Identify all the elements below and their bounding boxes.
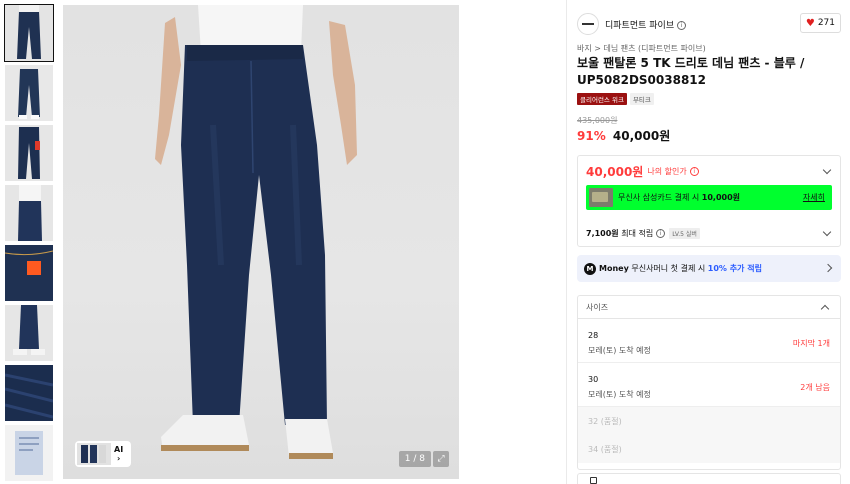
info-icon[interactable]: i (677, 20, 687, 30)
card-discount-banner[interactable]: 무신사 삼성카드 결제 시 10,000원 자세히 (586, 185, 832, 210)
thumbnail-6[interactable] (5, 305, 53, 361)
thumbnail-4[interactable] (5, 185, 53, 241)
sale-price: 40,000원 (612, 129, 671, 143)
mini-preview-image (77, 443, 111, 465)
product-title: 보울 팬탈론 5 TK 드리토 데님 팬츠 - 블루 / UP5082DS003… (577, 56, 805, 87)
credit-card-icon (589, 188, 613, 207)
product-tags: 클리어런스 위크 부티크 (577, 93, 654, 105)
money-logo-icon: M (584, 262, 596, 275)
size-selector: 사이즈 28 모레(토) 도착 예정 마지막 1개 30 모레(토) 도착 예정… (577, 295, 841, 470)
ai-badge: AI › (114, 445, 124, 463)
size-option-32: 32 (품절) (578, 407, 840, 435)
money-promo-text: Money 무신사머니 첫 결제 시 10% 추가 적립 (599, 264, 762, 273)
points-row[interactable]: 7,100원 최대 적립 i LV.5 실버 (586, 228, 700, 239)
size-option-34: 34 (품절) (578, 435, 840, 463)
price-row: 91% 40,000원 (577, 127, 670, 144)
chevron-right-icon (823, 263, 833, 273)
thumbnail-list (4, 4, 54, 484)
size-name: 34 (품절) (588, 445, 622, 454)
card-banner-text: 무신사 삼성카드 결제 시 10,000원 (618, 193, 741, 202)
expand-icon[interactable]: ⤢ (433, 451, 449, 467)
size-name: 30 (588, 375, 599, 384)
heart-icon: ♥ (805, 17, 815, 29)
delivery-estimate: 모레(토) 도착 예정 (588, 390, 651, 399)
my-price-box: 40,000원 나의 할인가 i 무신사 삼성카드 결제 시 10,000원 자… (577, 155, 841, 247)
ai-preview-button[interactable]: AI › (75, 441, 131, 467)
points-label: 최대 적립 (621, 229, 654, 238)
discount-rate: 91% (577, 129, 606, 143)
product-info-panel: 디파트먼트 파이브 i ♥ 271 바지 > 데님 팬츠 (디파트먼트 파이브) … (566, 0, 850, 484)
brand-logo-icon[interactable] (577, 13, 599, 35)
size-dropdown-header[interactable]: 사이즈 (578, 296, 840, 319)
stock-status: 2개 남음 (800, 383, 830, 392)
size-name: 32 (품절) (588, 417, 622, 426)
breadcrumb[interactable]: 바지 > 데님 팬츠 (디파트먼트 파이브) (577, 43, 706, 54)
brand-row: 디파트먼트 파이브 i ♥ 271 (577, 12, 841, 36)
size-option-28[interactable]: 28 모레(토) 도착 예정 마지막 1개 (578, 319, 840, 363)
chevron-down-icon[interactable] (822, 227, 832, 237)
size-header-label: 사이즈 (586, 303, 609, 312)
main-product-image[interactable]: AI › 1 / 8 ⤢ (63, 5, 459, 479)
info-icon[interactable]: i (656, 229, 666, 238)
shopping-bag-icon[interactable] (590, 477, 597, 484)
tag-boutique: 부티크 (629, 93, 654, 105)
my-price-value: 40,000원 (586, 165, 644, 179)
jeans-photo (155, 5, 357, 459)
stock-status: 마지막 1개 (792, 339, 830, 348)
original-price: 435,000원 (577, 116, 618, 125)
chevron-up-icon[interactable] (820, 304, 830, 314)
thumbnail-7[interactable] (5, 365, 53, 421)
info-icon[interactable]: i (689, 167, 699, 176)
like-button[interactable]: ♥ 271 (799, 13, 841, 33)
thumbnail-2[interactable] (5, 65, 53, 121)
thumbnail-1[interactable] (4, 4, 54, 62)
thumbnail-8[interactable] (5, 425, 53, 481)
points-value: 7,100원 (586, 229, 619, 238)
brand-name[interactable]: 디파트먼트 파이브 i (605, 18, 687, 31)
my-price-label: 나의 할인가 (647, 167, 687, 176)
thumbnail-5[interactable] (5, 245, 53, 301)
thumbnail-3[interactable] (5, 125, 53, 181)
image-pager: 1 / 8 (398, 451, 431, 467)
tag-clearance: 클리어런스 위크 (577, 93, 627, 105)
bottom-action-bar (577, 473, 841, 484)
like-count: 271 (817, 18, 835, 28)
chevron-down-icon[interactable] (822, 165, 832, 175)
money-promo-banner[interactable]: M Money 무신사머니 첫 결제 시 10% 추가 적립 (577, 255, 841, 282)
level-badge: LV.5 실버 (669, 228, 700, 239)
my-price-header[interactable]: 40,000원 나의 할인가 i (586, 163, 699, 180)
size-option-30[interactable]: 30 모레(토) 도착 예정 2개 남음 (578, 363, 840, 407)
card-detail-link[interactable]: 자세히 (803, 192, 825, 203)
